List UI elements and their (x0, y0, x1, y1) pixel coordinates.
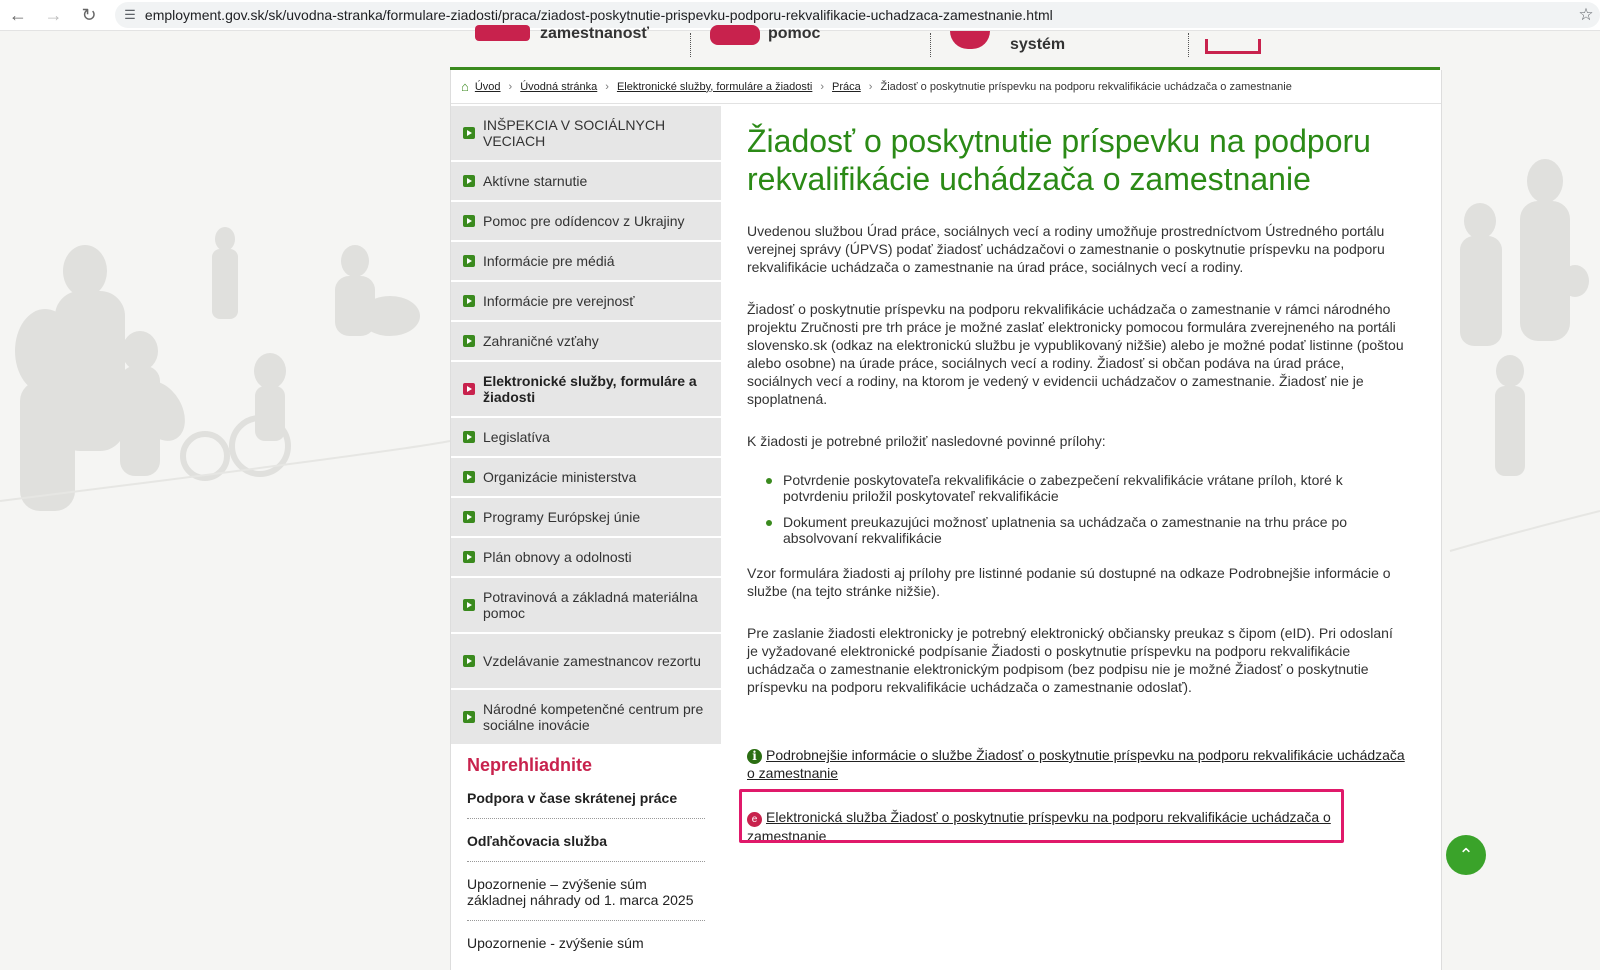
sidebar-item-inspekcia[interactable]: INŠPEKCIA V SOCIÁLNYCH VECIACH (451, 106, 721, 162)
sidebar-menu: INŠPEKCIA V SOCIÁLNYCH VECIACH Aktívne s… (451, 106, 721, 746)
sidebar-item-label: Organizácie ministerstva (483, 469, 637, 485)
sidebar-item-label: Elektronické služby, formuláre a žiadost… (483, 373, 697, 405)
nav-icon-help (710, 25, 760, 45)
sidebar-item-label: Informácie pre verejnosť (483, 293, 635, 309)
nav-item-employment[interactable]: zamestnanosť (540, 25, 649, 43)
nav-icon-employment (475, 25, 530, 41)
attachments-intro: K žiadosti je potrebné priložiť nasledov… (747, 433, 1106, 449)
neprehliadnite-title: Neprehliadnite (467, 755, 593, 775)
arrow-bullet-icon (463, 255, 475, 267)
chevron-right-icon: › (868, 80, 873, 93)
sidebar-item-kompetencne-centrum[interactable]: Národné kompetenčné centrum pre sociálne… (451, 690, 721, 746)
arrow-bullet-icon (463, 175, 475, 187)
sidebar-item-label: Vzdelávanie zamestnancov rezortu (483, 653, 701, 669)
site-settings-icon[interactable]: ☰ (115, 7, 145, 23)
sidebar-item-organizacie[interactable]: Organizácie ministerstva (451, 458, 721, 498)
nav-icon-other (1205, 39, 1261, 54)
arrow-bullet-icon (463, 551, 475, 563)
sidebar-item-verejnost[interactable]: Informácie pre verejnosť (451, 282, 721, 322)
sidebar-item-potravinova-pomoc[interactable]: Potravinová a základná materiálna pomoc (451, 578, 721, 634)
template-paragraph: Vzor formulára žiadosti aj prílohy pre l… (747, 565, 1391, 599)
chevron-right-icon: › (605, 80, 609, 93)
address-bar[interactable]: ☰ employment.gov.sk/sk/uvodna-stranka/fo… (114, 2, 1600, 28)
sidebar-item-programy-eu[interactable]: Programy Európskej únie (451, 498, 721, 538)
arrow-bullet-icon (463, 711, 475, 723)
sidebar-item-label: Programy Európskej únie (483, 509, 641, 525)
arrow-bullet-icon (463, 471, 475, 483)
description-paragraph: Žiadosť o poskytnutie príspevku na podpo… (747, 301, 1404, 407)
page-title: Žiadosť o poskytnutie príspevku na podpo… (747, 123, 1371, 197)
sidebar-item-aktivne-starnutie[interactable]: Aktívne starnutie (451, 162, 721, 202)
bookmark-star-icon[interactable]: ☆ (1572, 5, 1600, 25)
sidebar-item-label: Zahraničné vzťahy (483, 333, 599, 349)
sidebar-item-label: Národné kompetenčné centrum pre sociálne… (483, 701, 704, 733)
sidebar-item-label: Informácie pre médiá (483, 253, 615, 269)
sidebar-item-vzdelavanie[interactable]: Vzdelávanie zamestnancov rezortu (451, 634, 721, 690)
arrow-bullet-icon (463, 511, 475, 523)
info-icon: i (747, 749, 762, 764)
sidebar-item-label: Pomoc pre odídencov z Ukrajiny (483, 213, 685, 229)
sidebar-item-label: Potravinová a základná materiálna pomoc (483, 589, 698, 621)
neprehliadnite-link[interactable]: Upozornenie - zvýšenie súm (467, 921, 705, 963)
arrow-bullet-icon (463, 127, 475, 139)
nav-item-help[interactable]: pomoc (768, 25, 820, 43)
intro-paragraph: Uvedenou službou Úrad práce, sociálnych … (747, 223, 1385, 275)
breadcrumb-item[interactable]: Úvodná stránka (520, 81, 597, 93)
neprehliadnite-link[interactable]: Podpora v čase skrátenej práce (467, 784, 705, 819)
url-text[interactable]: employment.gov.sk/sk/uvodna-stranka/form… (145, 7, 1572, 23)
arrow-bullet-icon (463, 599, 475, 611)
sidebar-item-media[interactable]: Informácie pre médiá (451, 242, 721, 282)
chevron-right-icon: › (508, 80, 513, 93)
breadcrumb: ⌂ Úvod › Úvodná stránka › Elektronické s… (451, 70, 1441, 104)
arrow-bullet-icon (463, 335, 475, 347)
reload-icon[interactable]: ↻ (71, 0, 107, 30)
forward-icon[interactable]: → (36, 0, 72, 30)
site-header: zamestnanosť pomoc systém (450, 25, 1440, 67)
arrow-bullet-icon (463, 655, 475, 667)
highlight-box (739, 789, 1344, 843)
sidebar-item-legislativa[interactable]: Legislatíva (451, 418, 721, 458)
nav-divider (930, 33, 931, 57)
sidebar-item-label: INŠPEKCIA V SOCIÁLNYCH VECIACH (483, 117, 666, 149)
info-link-block: i Podrobnejšie informácie o službe Žiados… (747, 746, 1407, 782)
neprehliadnite-box: Neprehliadnite Podpora v čase skrátenej … (451, 755, 721, 963)
sidebar-item-label: Legislatíva (483, 429, 550, 445)
nav-icon-system (950, 31, 990, 49)
neprehliadnite-link[interactable]: Upozornenie – zvýšenie súm základnej náh… (467, 862, 705, 921)
service-info-link[interactable]: Podrobnejšie informácie o službe Žiadosť… (747, 747, 1405, 781)
arrow-bullet-icon (463, 295, 475, 307)
home-icon[interactable]: ⌂ (461, 79, 469, 94)
main-content: Žiadosť o poskytnutie príspevku na podpo… (747, 104, 1407, 845)
arrow-bullet-icon (463, 431, 475, 443)
arrow-bullet-icon (463, 215, 475, 227)
nav-item-system[interactable]: systém (1010, 36, 1065, 54)
breadcrumb-item[interactable]: Úvod (475, 81, 501, 93)
sidebar-item-plan-obnovy[interactable]: Plán obnovy a odolnosti (451, 538, 721, 578)
attachments-list: Potvrdenie poskytovateľa rekvalifikácie … (747, 472, 1407, 546)
eid-paragraph: Pre zaslanie žiadosti elektronicky je po… (747, 625, 1393, 695)
breadcrumb-item[interactable]: Práca (832, 81, 861, 93)
chevron-right-icon: › (820, 80, 825, 93)
arrow-bullet-icon (463, 383, 475, 395)
sidebar-item-ukrajina[interactable]: Pomoc pre odídencov z Ukrajiny (451, 202, 721, 242)
sidebar-item-zahranicne[interactable]: Zahraničné vzťahy (451, 322, 721, 362)
scroll-to-top-button[interactable]: ⌃ (1446, 835, 1486, 875)
sidebar-item-label: Aktívne starnutie (483, 173, 588, 189)
back-icon[interactable]: ← (0, 0, 36, 30)
nav-divider (690, 33, 691, 57)
nav-divider (1188, 33, 1189, 57)
list-item: Dokument preukazujúci možnosť uplatnenia… (766, 514, 1407, 546)
breadcrumb-current: Žiadosť o poskytnutie príspevku na podpo… (880, 80, 1292, 93)
sidebar-item-label: Plán obnovy a odolnosti (483, 549, 632, 565)
list-item: Potvrdenie poskytovateľa rekvalifikácie … (766, 472, 1407, 504)
breadcrumb-item[interactable]: Elektronické služby, formuláre a žiadost… (617, 81, 812, 93)
neprehliadnite-link[interactable]: Odľahčovacia služba (467, 819, 705, 862)
sidebar-item-elektronicke-sluzby[interactable]: Elektronické služby, formuláre a žiadost… (451, 362, 721, 418)
chevron-up-icon: ⌃ (1458, 844, 1474, 865)
